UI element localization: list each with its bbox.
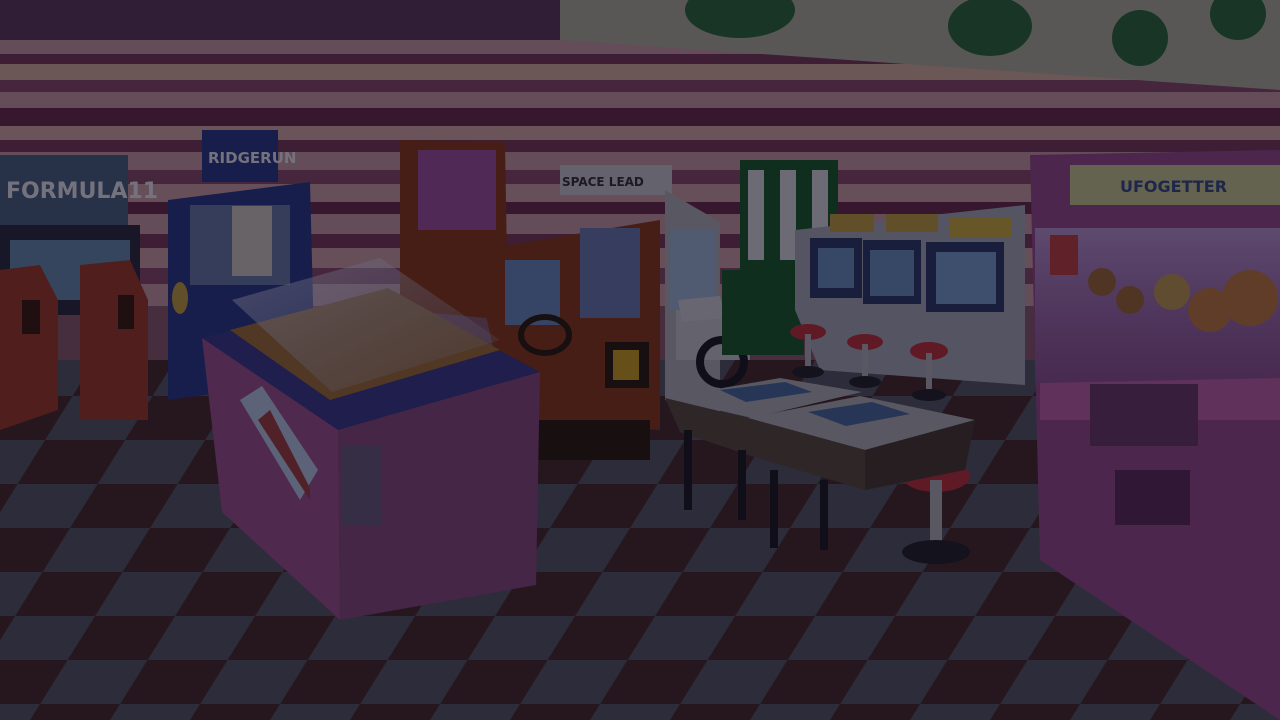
arcade-illustration: FORMULA11 RIDGERUN SPACE LEAD UFOGETTER (0, 0, 1280, 720)
ridgerun-sign: RIDGERUN (208, 149, 296, 167)
side-cabinet-sign: SPACE LEAD (562, 175, 644, 189)
arcade-scene: FORMULA11 RIDGERUN SPACE LEAD UFOGETTER (0, 0, 1280, 720)
formula-sign: FORMULA11 (6, 179, 158, 204)
white-arcade-cabinets (795, 205, 1025, 385)
crane-game-sign: UFOGETTER (1120, 177, 1227, 196)
